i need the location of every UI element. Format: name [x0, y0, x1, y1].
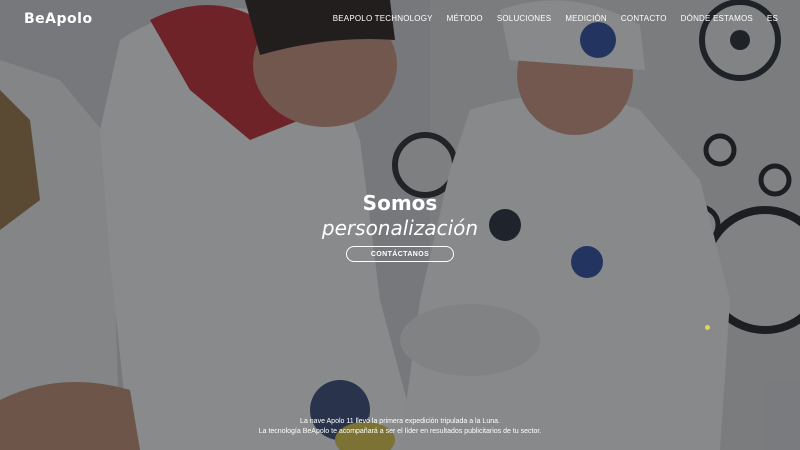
contact-button[interactable]: CONTÁCTANOS [346, 246, 454, 262]
beapolo-logo[interactable]: BeApolo [24, 11, 93, 27]
hero-section: BeApolo BEAPOLO TECHNOLOGY MÉTODO SOLUCI… [0, 0, 800, 450]
nav-item-contacto[interactable]: CONTACTO [621, 14, 667, 23]
language-selector[interactable]: ES [767, 14, 778, 23]
nav-item-soluciones[interactable]: SOLUCIONES [497, 14, 551, 23]
caption-line-2: La tecnología BeApolo te acompañará a se… [258, 428, 542, 435]
hero-headline: Somos personalización [0, 190, 800, 241]
hero-subtitle: personalización [321, 216, 479, 240]
nav-item-metodo[interactable]: MÉTODO [447, 14, 483, 23]
nav-item-beapolo-technology[interactable]: BEAPOLO TECHNOLOGY [333, 14, 433, 23]
caption-line-1: La nave Apolo 11 llevó la primera expedi… [300, 418, 500, 425]
main-nav: BEAPOLO TECHNOLOGY MÉTODO SOLUCIONES MED… [333, 14, 778, 23]
nav-item-donde-estamos[interactable]: DÓNDE ESTAMOS [681, 14, 753, 23]
hero-title: Somos [362, 191, 438, 215]
slider-dot[interactable] [705, 325, 710, 330]
hero-caption: La nave Apolo 11 llevó la primera expedi… [0, 417, 800, 437]
nav-item-medicion[interactable]: MEDICIÓN [565, 14, 607, 23]
